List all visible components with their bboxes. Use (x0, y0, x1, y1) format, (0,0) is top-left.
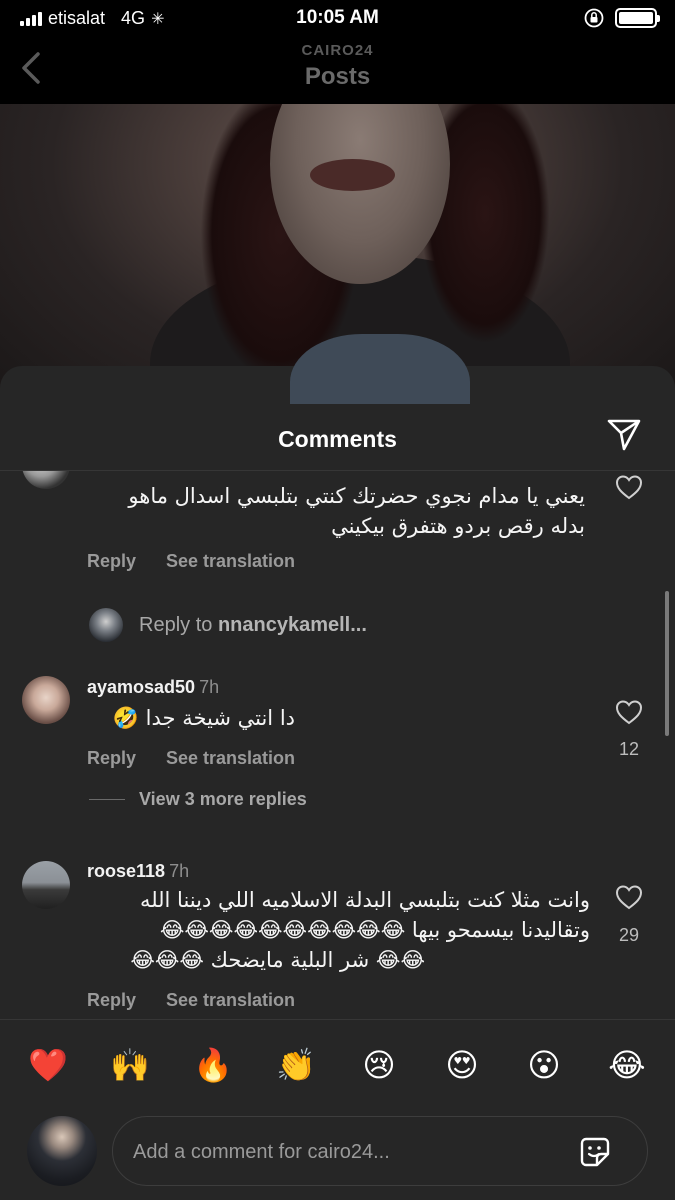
comment-time: 7h (169, 861, 190, 881)
avatar[interactable] (22, 861, 70, 909)
page-title: Posts (304, 63, 371, 90)
sticker-icon[interactable] (577, 1134, 613, 1170)
comment-time: 7h (199, 677, 220, 697)
scrollbar[interactable] (665, 591, 669, 736)
like-count: 12 (618, 739, 640, 759)
comment-text: 😂😂 شر البلية مايضحك 😂😂😂 (130, 948, 425, 972)
comment-text: دا انتي شيخة جدا 🤣 (112, 706, 295, 730)
comment-input-box[interactable] (112, 1116, 648, 1186)
sheet-title: Comments (278, 426, 397, 452)
account-name: CAIRO24 (301, 42, 374, 59)
heart-icon[interactable] (615, 884, 643, 910)
reply-button[interactable]: Reply (87, 748, 136, 769)
heart-eyes-emoji-button[interactable]: 😍 (440, 1046, 484, 1084)
orientation-lock-icon (584, 8, 604, 28)
avatar[interactable] (22, 471, 70, 489)
comment-text: يعني يا مدام نجوي حضرتك كنتي بتلبسي اسدا… (128, 484, 585, 508)
comment-text: بدله رقص بردو هتفرق بيكيني (331, 514, 585, 538)
post-image (0, 104, 675, 404)
comment-author[interactable]: ayamosad50 7h (87, 677, 219, 698)
comments-list[interactable]: يعني يا مدام نجوي حضرتك كنتي بتلبسي اسدا… (0, 471, 675, 1019)
comment-text: وانت مثلا كنت بتلبسي البدلة الاسلاميه ال… (139, 888, 590, 912)
raising-hands-emoji-button[interactable]: 🙌 (108, 1046, 152, 1084)
fire-emoji-button[interactable]: 🔥 (191, 1046, 235, 1084)
share-icon[interactable] (606, 418, 642, 452)
comment-input[interactable] (133, 1135, 553, 1169)
reply-to-user: nnancykamell... (217, 614, 367, 636)
divider (89, 799, 125, 800)
status-time: 10:05 AM (296, 7, 379, 28)
reply-button[interactable]: Reply (87, 551, 136, 572)
avatar (89, 608, 123, 642)
status-bar: etisalat 4G ✳ 10:05 AM (0, 0, 675, 36)
crying-emoji-button[interactable]: 😢 (357, 1046, 401, 1084)
comment-author[interactable]: roose118 7h (87, 861, 189, 882)
username[interactable]: roose118 (87, 861, 165, 881)
see-translation-button[interactable]: See translation (166, 748, 295, 769)
surprised-emoji-button[interactable]: 😮 (522, 1046, 566, 1084)
heart-icon[interactable] (615, 474, 643, 500)
see-translation-button[interactable]: See translation (166, 551, 295, 572)
view-more-replies-button[interactable]: View 3 more replies (139, 789, 307, 810)
reply-to-label: Reply to (139, 614, 213, 636)
see-translation-button[interactable]: See translation (166, 990, 295, 1011)
status-right (583, 7, 660, 29)
username[interactable]: ayamosad50 (87, 677, 195, 697)
reply-button[interactable]: Reply (87, 990, 136, 1011)
clapping-emoji-button[interactable]: 👏 (274, 1046, 318, 1084)
reply-to-prompt[interactable]: Reply to nnancykamell... (139, 614, 367, 637)
heart-emoji-button[interactable]: ❤️ (26, 1046, 70, 1084)
emoji-bar: ❤️ 🙌 🔥 👏 😢 😍 😮 😂 (0, 1019, 675, 1101)
like-count: 29 (618, 925, 640, 945)
laughing-emoji-button[interactable]: 😂 (605, 1046, 649, 1084)
battery-icon (615, 8, 660, 28)
current-user-avatar (27, 1116, 97, 1186)
comments-sheet: Comments يعني يا مدام نجوي حضرتك كنتي بت… (0, 366, 675, 1200)
heart-icon[interactable] (615, 699, 643, 725)
nav-bar: CAIRO24 Posts (0, 36, 675, 104)
comment-text: وتقاليدنا بيسمحو بيها 😂😂😂😂😂😂😂😂😂😂 (159, 918, 590, 942)
